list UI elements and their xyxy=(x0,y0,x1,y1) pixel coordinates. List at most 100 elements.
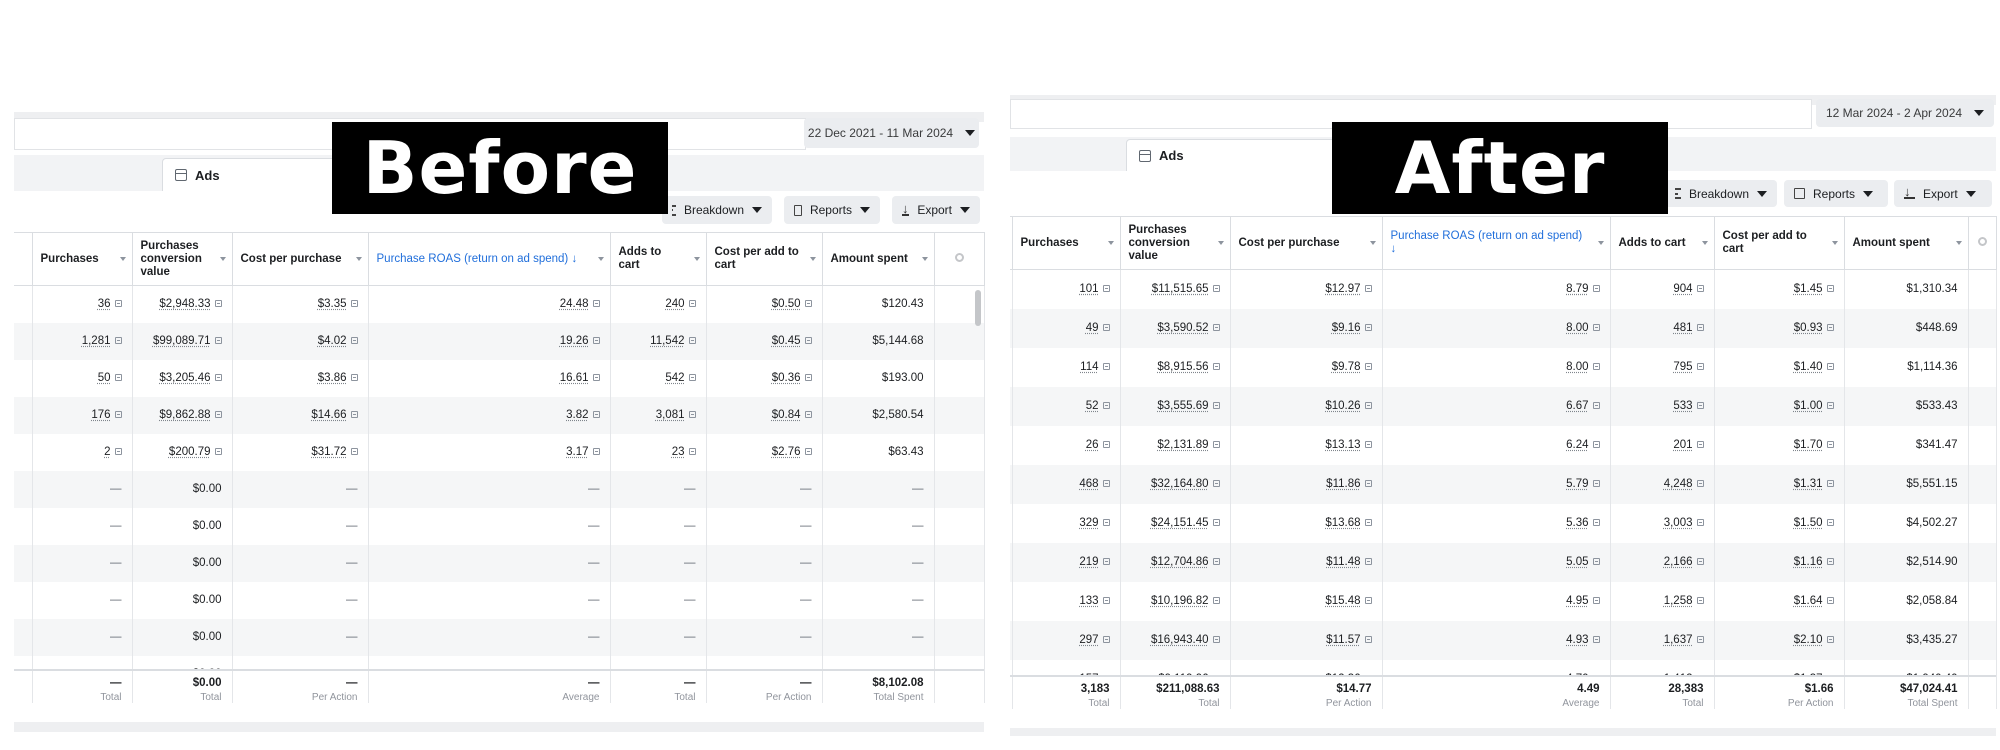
cell-value[interactable]: 5.05 xyxy=(1566,556,1588,568)
cell-value[interactable]: $9.78 xyxy=(1332,361,1361,373)
info-icon[interactable] xyxy=(1102,285,1110,293)
cell-value[interactable]: 133 xyxy=(1079,595,1098,607)
date-range-picker[interactable]: 12 Mar 2024 - 2 Apr 2024 xyxy=(1816,99,1994,127)
info-icon[interactable] xyxy=(1364,363,1372,370)
info-icon[interactable] xyxy=(1592,558,1600,565)
cell-value[interactable]: $2,131.89 xyxy=(1157,439,1208,451)
cell-value[interactable]: 8.00 xyxy=(1566,361,1588,373)
table-row[interactable]: — $0.00 — — — — — xyxy=(14,544,985,582)
cell-value[interactable]: 904 xyxy=(1673,283,1692,295)
breakdown-button[interactable]: Breakdown xyxy=(1665,180,1777,207)
info-icon[interactable] xyxy=(804,337,812,344)
cell-value[interactable]: $1.31 xyxy=(1794,478,1823,490)
info-icon[interactable] xyxy=(350,337,358,344)
info-icon[interactable] xyxy=(592,374,600,381)
column-header-adds-to-cart[interactable]: Adds to cart xyxy=(610,232,707,286)
cell-value[interactable]: $1.00 xyxy=(1794,400,1823,412)
info-icon[interactable] xyxy=(1696,285,1704,293)
cell-value[interactable]: 49 xyxy=(1086,322,1099,334)
info-icon[interactable] xyxy=(1102,441,1110,448)
column-header-cost-per-purchase[interactable]: Cost per purchase xyxy=(232,232,369,286)
info-icon[interactable] xyxy=(804,300,812,308)
cell-value[interactable]: $99,089.71 xyxy=(153,335,211,347)
vertical-scrollbar[interactable] xyxy=(975,290,981,326)
column-header-purchase-roas[interactable]: Purchase ROAS (return on ad spend) ↓ xyxy=(1382,216,1611,270)
cell-value[interactable]: 4,248 xyxy=(1664,478,1693,490)
info-icon[interactable] xyxy=(1826,324,1834,331)
info-icon[interactable] xyxy=(592,448,600,455)
cell-value[interactable]: 36 xyxy=(98,298,111,310)
info-icon[interactable] xyxy=(1364,558,1372,565)
cell-value[interactable]: 5.79 xyxy=(1566,478,1588,490)
info-icon[interactable] xyxy=(1826,519,1834,526)
info-icon[interactable] xyxy=(1102,636,1110,643)
info-icon[interactable] xyxy=(804,411,812,418)
cell-value[interactable]: 4.93 xyxy=(1566,634,1588,646)
table-row[interactable]: 114 $8,915.56 $9.78 8.00 795 $1.40 $1,114.36 xyxy=(1010,347,1997,387)
info-icon[interactable] xyxy=(1212,519,1220,526)
cell-value[interactable]: $13.13 xyxy=(1325,439,1360,451)
info-icon[interactable] xyxy=(1826,597,1834,604)
info-icon[interactable] xyxy=(688,374,696,381)
sort-arrow-icon[interactable] xyxy=(119,257,126,261)
info-icon[interactable] xyxy=(1212,363,1220,370)
info-icon[interactable] xyxy=(1696,558,1704,565)
sort-arrow-icon[interactable] xyxy=(1831,241,1838,245)
table-row[interactable]: 36 $2,948.33 $3.35 24.48 240 $0.50 $120.43 xyxy=(14,285,985,323)
info-icon[interactable] xyxy=(1592,441,1600,448)
info-icon[interactable] xyxy=(214,300,222,308)
info-icon[interactable] xyxy=(114,300,122,308)
table-row[interactable]: 219 $12,704.86 $11.48 5.05 2,166 $1.16 $2,514.… xyxy=(1010,542,1997,582)
info-icon[interactable] xyxy=(350,300,358,308)
cell-value[interactable]: 19.26 xyxy=(560,335,589,347)
cell-value[interactable]: $11.48 xyxy=(1326,556,1360,568)
sort-arrow-icon[interactable] xyxy=(1369,241,1376,245)
info-icon[interactable] xyxy=(114,448,122,455)
cell-value[interactable]: 2 xyxy=(104,446,110,458)
info-icon[interactable] xyxy=(350,411,358,418)
info-icon[interactable] xyxy=(804,448,812,455)
cell-value[interactable]: $9.16 xyxy=(1332,322,1361,334)
info-icon[interactable] xyxy=(1102,324,1110,331)
sort-arrow-icon[interactable] xyxy=(921,257,928,261)
cell-value[interactable]: 52 xyxy=(1086,400,1099,412)
column-settings-button[interactable] xyxy=(1968,216,1997,270)
table-row[interactable]: 297 $16,943.40 $11.57 4.93 1,637 $2.10 $3,435.… xyxy=(1010,620,1997,660)
column-header-cost-per-purchase[interactable]: Cost per purchase xyxy=(1230,216,1383,270)
cell-value[interactable]: $11.57 xyxy=(1326,634,1360,646)
tab-ads[interactable]: Ads xyxy=(1126,139,1336,171)
cell-value[interactable]: 201 xyxy=(1673,439,1692,451)
cell-value[interactable]: 481 xyxy=(1673,322,1692,334)
sort-arrow-icon[interactable] xyxy=(1597,241,1604,245)
cell-value[interactable]: $24,151.45 xyxy=(1151,517,1209,529)
breakdown-button[interactable]: Breakdown xyxy=(662,196,772,224)
column-header-amount-spent[interactable]: Amount spent xyxy=(822,232,935,286)
info-icon[interactable] xyxy=(688,411,696,418)
info-icon[interactable] xyxy=(1696,597,1704,604)
sort-arrow-icon[interactable] xyxy=(219,257,226,261)
cell-value[interactable]: 26 xyxy=(1086,439,1099,451)
info-icon[interactable] xyxy=(1364,519,1372,526)
reports-button[interactable]: Reports xyxy=(784,196,880,224)
info-icon[interactable] xyxy=(114,374,122,381)
table-row[interactable]: 26 $2,131.89 $13.13 6.24 201 $1.70 $341.47 xyxy=(1010,425,1997,465)
cell-value[interactable]: 101 xyxy=(1079,283,1098,295)
info-icon[interactable] xyxy=(1592,519,1600,526)
info-icon[interactable] xyxy=(1364,324,1372,331)
info-icon[interactable] xyxy=(1592,480,1600,487)
info-icon[interactable] xyxy=(1212,636,1220,643)
column-header-purchases[interactable]: Purchases xyxy=(32,232,133,286)
cell-value[interactable]: 6.67 xyxy=(1566,400,1588,412)
table-row[interactable]: — $0.00 — — — — — xyxy=(14,507,985,545)
table-row[interactable]: 329 $24,151.45 $13.68 5.36 3,003 $1.50 $4,502.… xyxy=(1010,503,1997,543)
info-icon[interactable] xyxy=(1696,519,1704,526)
info-icon[interactable] xyxy=(114,337,122,344)
cell-value[interactable]: 8.79 xyxy=(1566,283,1588,295)
cell-value[interactable]: $15.48 xyxy=(1325,595,1360,607)
cell-value[interactable]: 219 xyxy=(1079,556,1098,568)
info-icon[interactable] xyxy=(592,300,600,308)
cell-value[interactable]: $11.86 xyxy=(1326,478,1360,490)
cell-value[interactable]: $0.50 xyxy=(772,298,801,310)
table-row[interactable]: 52 $3,555.69 $10.26 6.67 533 $1.00 $533.43 xyxy=(1010,386,1997,426)
info-icon[interactable] xyxy=(1212,558,1220,565)
